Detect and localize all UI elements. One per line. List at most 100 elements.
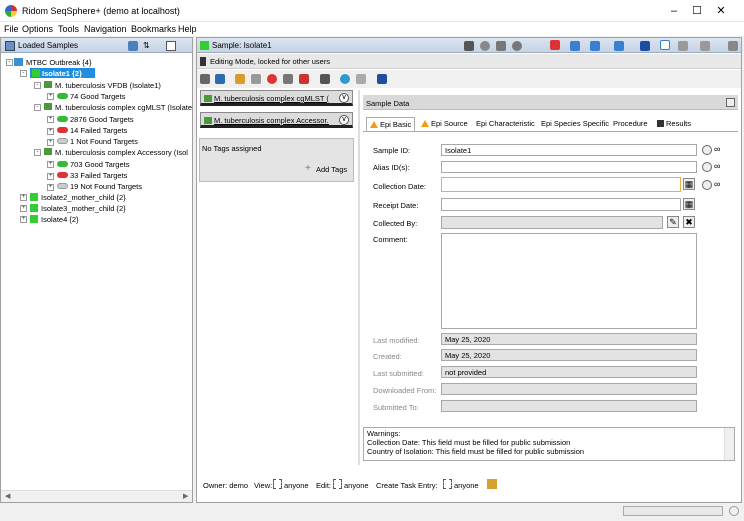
home-folder-icon[interactable] [128, 41, 138, 51]
maximize-panel-icon[interactable] [728, 41, 738, 51]
save-icon[interactable] [200, 74, 210, 84]
tree-expand-toggle[interactable]: + [20, 194, 27, 201]
tree-expand-toggle[interactable]: + [47, 139, 54, 146]
module-card-label[interactable]: M. tuberculosis complex Accessor... [214, 116, 329, 125]
link-icon[interactable]: ∞ [714, 161, 720, 171]
edit-person-icon[interactable]: ✎ [667, 216, 679, 228]
home-icon[interactable] [550, 40, 560, 50]
expand-circle-icon[interactable]: ∨ [339, 93, 349, 103]
chart-icon[interactable] [377, 74, 387, 84]
tree-acc-notfound[interactable]: 19 Not Found Targets [70, 182, 142, 191]
tree-expand-toggle[interactable]: + [47, 116, 54, 123]
menu-bookmarks[interactable]: Bookmarks [131, 24, 176, 34]
module-card-accessory[interactable]: M. tuberculosis complex Accessor... ∨ [200, 112, 353, 128]
tab-epi-characteristic[interactable]: Epi Characteristic [473, 117, 538, 131]
tree-cg-failed[interactable]: 14 Failed Targets [70, 126, 127, 135]
info-circle-icon[interactable] [702, 145, 712, 155]
tree-collapse-toggle[interactable]: - [34, 82, 41, 89]
expand-circle-icon[interactable]: ∨ [339, 115, 349, 125]
grid-icon[interactable] [496, 41, 506, 51]
link-icon[interactable]: ∞ [714, 179, 720, 189]
calendar-icon[interactable]: ▦ [683, 178, 695, 190]
star-icon[interactable] [235, 74, 245, 84]
settings-icon[interactable] [678, 41, 688, 51]
edit-permission[interactable]: anyone [344, 481, 369, 490]
info-circle-icon[interactable] [702, 162, 712, 172]
tree-isolate3[interactable]: Isolate3_mother_child {2} [41, 204, 126, 213]
comment-textarea[interactable] [441, 233, 697, 329]
add-tags-button[interactable]: Add Tags [316, 165, 347, 174]
tab-epi-source[interactable]: Epi Source [418, 117, 471, 131]
trash-icon[interactable] [283, 74, 293, 84]
menu-help[interactable]: Help [178, 24, 197, 34]
forward-icon[interactable] [640, 41, 650, 51]
tree-expand-toggle[interactable]: + [47, 161, 54, 168]
export-icon[interactable] [299, 74, 309, 84]
window-icon[interactable] [700, 41, 710, 51]
warnings-scrollbar[interactable] [724, 428, 734, 460]
tab-procedure[interactable]: Procedure [610, 117, 651, 131]
tree-cg-good[interactable]: 2876 Good Targets [70, 115, 134, 124]
tree-vfdb[interactable]: M. tuberculosis VFDB (Isolate1) [55, 81, 161, 90]
left-horizontal-scrollbar[interactable] [1, 490, 192, 502]
info-circle-icon[interactable] [702, 180, 712, 190]
tree-collapse-toggle[interactable]: - [20, 70, 27, 77]
tree-collapse-toggle[interactable]: - [34, 149, 41, 156]
tree-expand-toggle[interactable]: + [47, 93, 54, 100]
tree-acc-good[interactable]: 703 Good Targets [70, 160, 130, 169]
tree-expand-toggle[interactable]: + [47, 173, 54, 180]
tree-expand-toggle[interactable]: + [20, 216, 27, 223]
layout-icon[interactable] [660, 40, 670, 50]
down-arrow-icon[interactable] [590, 41, 600, 51]
alias-field[interactable] [441, 161, 697, 173]
tab-epi-species-specific[interactable]: Epi Species Specific [538, 117, 612, 131]
back-arrow-icon[interactable] [570, 41, 580, 51]
create-permission[interactable]: anyone [454, 481, 479, 490]
tree-expand-toggle[interactable]: + [20, 205, 27, 212]
refresh-icon[interactable] [215, 74, 225, 84]
wifi-icon[interactable] [480, 41, 490, 51]
disabled-icon[interactable] [356, 74, 366, 84]
tree-expand-toggle[interactable]: + [47, 184, 54, 191]
scroll-right-arrow-icon[interactable]: ▶ [183, 492, 188, 500]
module-card-cgmlst[interactable]: M. tuberculosis complex cgMLST (... ∨ [200, 90, 353, 106]
scroll-left-arrow-icon[interactable]: ◀ [5, 492, 10, 500]
edit-permissions-icon[interactable] [487, 479, 497, 489]
receipt-date-field[interactable] [441, 198, 681, 211]
plus-icon[interactable]: + [305, 164, 311, 174]
up-arrow-icon[interactable] [614, 41, 624, 51]
tab-results[interactable]: Results [654, 117, 694, 131]
binoculars-icon[interactable] [320, 74, 330, 84]
collected-by-field[interactable] [441, 216, 663, 229]
tab-epi-basic[interactable]: Epi Basic [366, 117, 416, 131]
sort-icon[interactable]: ⇅ [143, 41, 153, 51]
tree-collapse-toggle[interactable]: - [6, 59, 13, 66]
target-icon[interactable] [267, 74, 277, 84]
tree-acc-failed[interactable]: 33 Failed Targets [70, 171, 127, 180]
menu-navigation[interactable]: Navigation [84, 24, 127, 34]
tree-collapse-toggle[interactable]: - [34, 104, 41, 111]
tree-cg-notfound[interactable]: 1 Not Found Targets [70, 137, 138, 146]
tree-isolate2[interactable]: Isolate2_mother_child {2} [41, 193, 126, 202]
sample-id-field[interactable]: Isolate1 [441, 144, 697, 156]
splitter[interactable] [358, 90, 360, 465]
record-icon[interactable] [512, 41, 522, 51]
tree-root[interactable]: MTBC Outbreak {4} [26, 58, 91, 67]
tree-expand-toggle[interactable]: + [47, 128, 54, 135]
clear-x-icon[interactable]: ✖ [683, 216, 695, 228]
tree-accessory[interactable]: M. tuberculosis complex Accessory (Isol [55, 148, 192, 157]
restore-icon[interactable] [726, 98, 735, 107]
menu-tools[interactable]: Tools [58, 24, 79, 34]
menu-options[interactable]: Options [22, 24, 53, 34]
tool-icon[interactable] [251, 74, 261, 84]
collection-date-field[interactable] [441, 177, 681, 192]
view-permission[interactable]: anyone [284, 481, 309, 490]
module-card-label[interactable]: M. tuberculosis complex cgMLST (... [214, 94, 329, 103]
menu-file[interactable]: File [4, 24, 19, 34]
calendar-icon[interactable]: ▦ [683, 198, 695, 210]
close-button[interactable]: ✕ [698, 0, 744, 22]
panel-menu-icon[interactable] [166, 41, 176, 51]
tree-isolate4[interactable]: Isolate4 {2} [41, 215, 79, 224]
tree-vfdb-good[interactable]: 74 Good Targets [70, 92, 125, 101]
tree-isolate1[interactable]: Isolate1 {2} [42, 69, 82, 78]
